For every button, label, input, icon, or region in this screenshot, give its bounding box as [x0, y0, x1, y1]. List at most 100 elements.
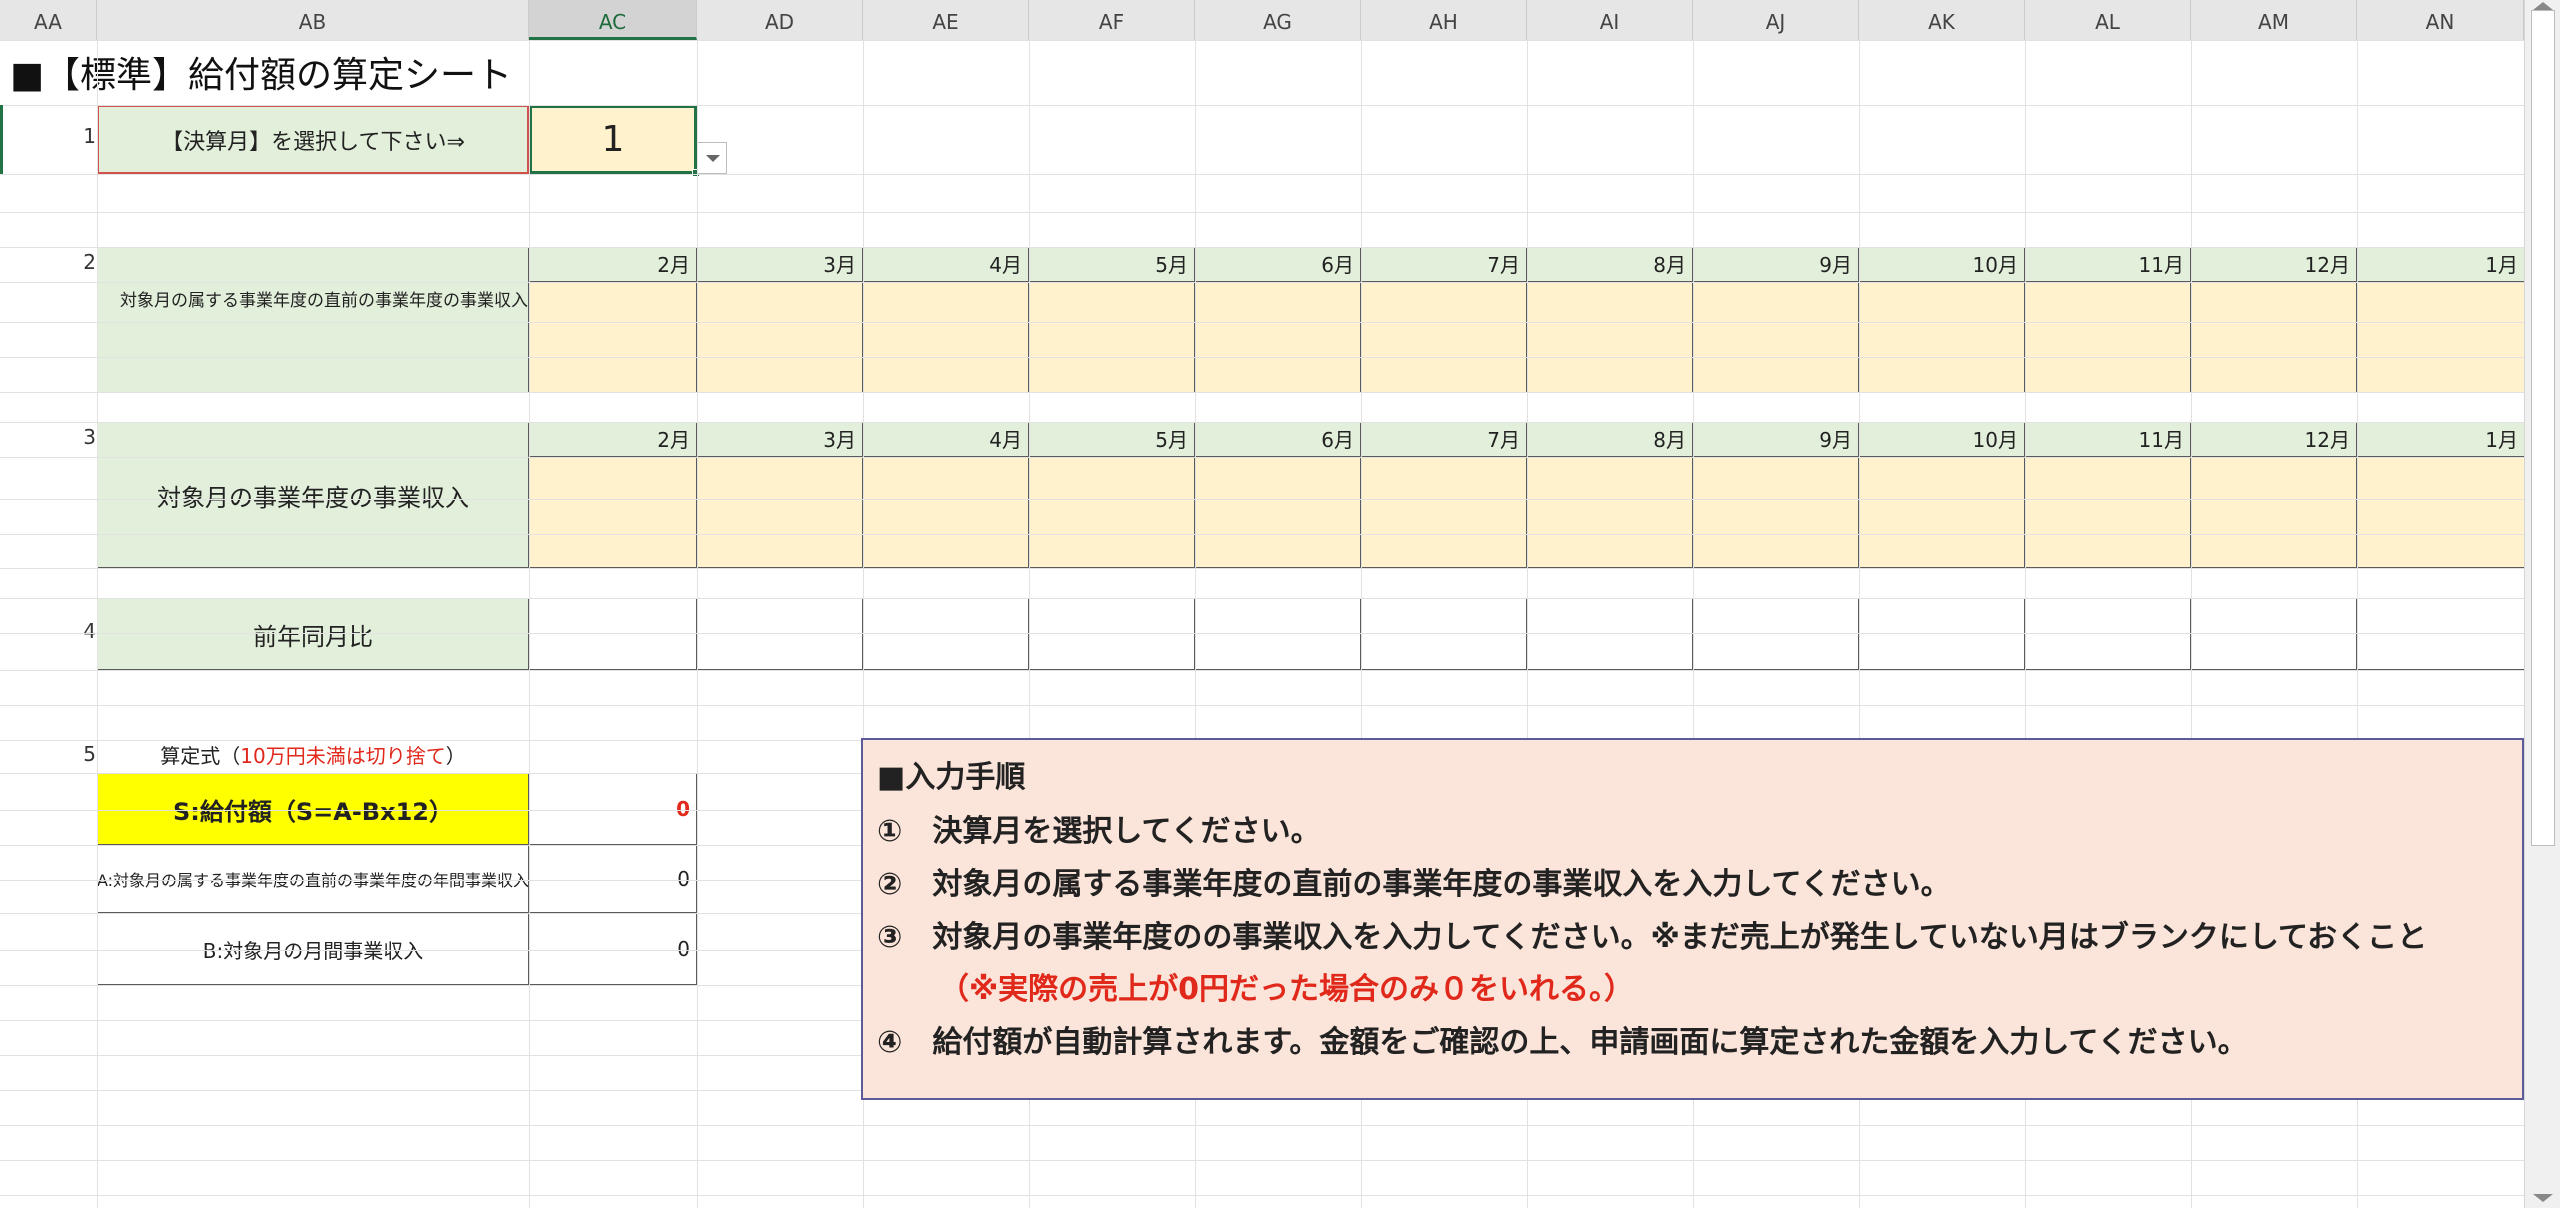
column-header-al[interactable]: AL: [2025, 0, 2191, 40]
scroll-up-icon[interactable]: [2533, 2, 2553, 10]
row-number-3: 3: [83, 425, 96, 449]
yoy-ratio-cell[interactable]: [697, 598, 863, 670]
prev-year-month-header: 12月: [2191, 247, 2357, 282]
yoy-ratio-cell[interactable]: [1693, 598, 1859, 670]
column-header-ah[interactable]: AH: [1361, 0, 1527, 40]
current-year-month-header: 5月: [1029, 422, 1195, 457]
instruction-step-1: ① 決算月を選択してください。: [877, 814, 1321, 849]
grid-row-line: [0, 568, 2524, 569]
column-header-ad[interactable]: AD: [697, 0, 863, 40]
current-year-month-header: 12月: [2191, 422, 2357, 457]
scrollbar-thumb[interactable]: [2531, 10, 2555, 846]
column-header-an[interactable]: AN: [2357, 0, 2524, 40]
grid-row-line: [0, 705, 2524, 706]
prev-year-income-input-cell[interactable]: [2357, 282, 2524, 393]
yoy-ratio-label-text: 前年同月比: [253, 622, 373, 651]
prev-year-month-header: 9月: [1693, 247, 1859, 282]
row-number-2: 2: [83, 250, 96, 274]
current-year-income-input-cell[interactable]: [2357, 457, 2524, 568]
instruction-box[interactable]: ■入力手順 ① 決算月を選択してください。 ② 対象月の属する事業年度の直前の事…: [861, 738, 2524, 1100]
current-year-income-input-cell[interactable]: [1527, 457, 1693, 568]
current-year-income-input-cell[interactable]: [1195, 457, 1361, 568]
yoy-ratio-cell[interactable]: [1361, 598, 1527, 670]
current-year-month-header: 9月: [1693, 422, 1859, 457]
current-year-income-label: 対象月の事業年度の事業収入: [97, 422, 529, 568]
current-year-income-input-cell[interactable]: [2191, 457, 2357, 568]
yoy-ratio-cell[interactable]: [863, 598, 1029, 670]
annual-income-value[interactable]: 0: [529, 845, 697, 913]
column-header-ab[interactable]: AB: [97, 0, 529, 40]
current-year-income-input-cell[interactable]: [1029, 457, 1195, 568]
yoy-ratio-cell[interactable]: [1859, 598, 2025, 670]
yoy-ratio-cell[interactable]: [2191, 598, 2357, 670]
prev-year-income-input-cell[interactable]: [1859, 282, 2025, 393]
current-year-income-input-cell[interactable]: [863, 457, 1029, 568]
prev-year-income-label-text: 対象月の属する事業年度の直前の事業年度の事業収入: [120, 291, 528, 311]
prev-year-income-input-cell[interactable]: [2025, 282, 2191, 393]
yoy-ratio-cell[interactable]: [2357, 598, 2524, 670]
column-header-am[interactable]: AM: [2191, 0, 2357, 40]
prev-year-income-input-cell[interactable]: [529, 282, 697, 393]
column-header-ak[interactable]: AK: [1859, 0, 2025, 40]
current-year-income-input-cell[interactable]: [697, 457, 863, 568]
row-number-5: 5: [83, 742, 96, 766]
yoy-ratio-cell[interactable]: [1195, 598, 1361, 670]
yoy-ratio-cell[interactable]: [529, 598, 697, 670]
prev-year-income-input-cell[interactable]: [1029, 282, 1195, 393]
prev-year-income-input-cell[interactable]: [2191, 282, 2357, 393]
yoy-ratio-cell[interactable]: [1527, 598, 1693, 670]
prev-year-income-input-cell[interactable]: [1361, 282, 1527, 393]
prev-year-income-input-cell[interactable]: [1693, 282, 1859, 393]
yoy-ratio-cell[interactable]: [2025, 598, 2191, 670]
current-year-income-input-cell[interactable]: [1361, 457, 1527, 568]
dropdown-arrow-button[interactable]: [697, 142, 727, 174]
grid-row-line: [0, 174, 2524, 175]
instruction-step-3-note: （※実際の売上が0円だった場合のみ０をいれる。）: [939, 972, 1635, 1007]
yoy-ratio-cell[interactable]: [1029, 598, 1195, 670]
active-row-marker: [0, 105, 3, 174]
benefit-amount-value[interactable]: 0: [529, 773, 697, 845]
annual-income-label: A:対象月の属する事業年度の直前の事業年度の年間事業収入: [97, 845, 529, 913]
grid-row-line: [0, 40, 2524, 41]
grid-row-line: [0, 212, 2524, 213]
prev-year-month-header: 3月: [697, 247, 863, 282]
annual-income-label-text: A:対象月の属する事業年度の直前の事業年度の年間事業収入: [97, 871, 529, 890]
instruction-step-2: ② 対象月の属する事業年度の直前の事業年度の事業収入を入力してください。: [877, 867, 1951, 902]
column-header-af[interactable]: AF: [1029, 0, 1195, 40]
current-year-income-input-cell[interactable]: [1693, 457, 1859, 568]
current-year-income-input-cell[interactable]: [2025, 457, 2191, 568]
column-header-ag[interactable]: AG: [1195, 0, 1361, 40]
grid-row-line: [0, 633, 2524, 634]
settlement-month-label: 【決算月】を選択して下さい⇒: [97, 105, 529, 174]
grid-row-line: [0, 534, 2524, 535]
current-year-month-header: 11月: [2025, 422, 2191, 457]
grid-row-line: [0, 499, 2524, 500]
current-year-income-input-cell[interactable]: [1859, 457, 2025, 568]
grid-row-line: [0, 670, 2524, 671]
current-year-income-input-cell[interactable]: [529, 457, 697, 568]
grid-row-line: [0, 247, 2524, 248]
prev-year-income-input-cell[interactable]: [1195, 282, 1361, 393]
grid-column-line: [97, 40, 98, 1208]
benefit-amount-label-text: S:給付額（S=A-Bx12）: [173, 797, 453, 826]
column-header-aj[interactable]: AJ: [1693, 0, 1859, 40]
scroll-down-icon[interactable]: [2533, 1194, 2553, 1202]
settlement-month-select[interactable]: 1: [529, 105, 697, 174]
prev-year-income-input-cell[interactable]: [697, 282, 863, 393]
grid-row-line: [0, 357, 2524, 358]
column-header-ae[interactable]: AE: [863, 0, 1029, 40]
column-header-ac[interactable]: AC: [529, 0, 697, 40]
prev-year-income-label: 対象月の属する事業年度の直前の事業年度の事業収入: [97, 247, 529, 393]
monthly-income-value[interactable]: 0: [529, 913, 697, 985]
column-header-aa[interactable]: AA: [0, 0, 97, 40]
instruction-step-4: ④ 給付額が自動計算されます。金額をご確認の上、申請画面に算定された金額を入力し…: [877, 1025, 2248, 1060]
current-year-income-label-text: 対象月の事業年度の事業収入: [157, 483, 469, 512]
instruction-step-3: ③ 対象月の事業年度のの事業収入を入力してください。※まだ売上が発生していない月…: [877, 920, 2428, 955]
current-year-month-header: 8月: [1527, 422, 1693, 457]
vertical-scrollbar[interactable]: [2524, 0, 2560, 1208]
prev-year-income-input-cell[interactable]: [1527, 282, 1693, 393]
column-header-ai[interactable]: AI: [1527, 0, 1693, 40]
current-year-month-header: 3月: [697, 422, 863, 457]
current-year-month-header: 4月: [863, 422, 1029, 457]
prev-year-income-input-cell[interactable]: [863, 282, 1029, 393]
